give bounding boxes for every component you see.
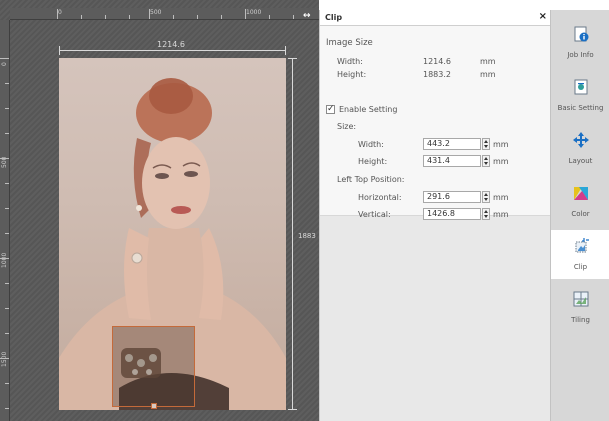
vertical-unit: mm bbox=[493, 210, 509, 219]
width-dimension-label: 1214.6 bbox=[157, 40, 185, 49]
tab-tiling[interactable]: Tiling bbox=[551, 283, 609, 332]
width-dimension-line: 1214.6 bbox=[59, 40, 286, 56]
clip-height-unit: mm bbox=[493, 157, 509, 166]
checkmark-icon: ✓ bbox=[327, 104, 335, 114]
size-heading: Size: bbox=[337, 122, 357, 131]
clip-width-unit: mm bbox=[493, 140, 509, 149]
position-heading: Left Top Position: bbox=[337, 175, 405, 184]
image-height-unit: mm bbox=[480, 70, 496, 79]
info-icon bbox=[574, 26, 589, 42]
ruler-tick bbox=[105, 15, 106, 19]
ruler-label: 0 bbox=[58, 9, 62, 16]
tab-job-info[interactable]: Job Info bbox=[551, 18, 609, 67]
ruler-tick bbox=[5, 208, 9, 209]
left-ruler: 0 500 1000 1500 bbox=[0, 20, 10, 421]
height-dimension-line: 1883 bbox=[287, 58, 316, 410]
ruler-tick bbox=[0, 358, 9, 359]
side-tab-bar: Job Info Basic Setting Layout Color Clip bbox=[550, 10, 609, 421]
tab-label: Basic Setting bbox=[557, 104, 604, 112]
vertical-label: Vertical: bbox=[358, 210, 391, 219]
ruler-tick bbox=[293, 15, 294, 19]
horizontal-label: Horizontal: bbox=[358, 193, 402, 202]
color-icon bbox=[574, 187, 588, 200]
ruler-tick bbox=[5, 233, 9, 234]
ruler-tick bbox=[5, 183, 9, 184]
ruler-tick bbox=[0, 58, 9, 59]
clip-width-stepper[interactable] bbox=[482, 138, 490, 150]
image-width-value: 1214.6 bbox=[423, 57, 451, 66]
tab-label: Job Info bbox=[567, 51, 594, 59]
ruler-label: 0 bbox=[1, 62, 8, 66]
tab-label: Color bbox=[571, 210, 590, 218]
tab-color[interactable]: Color bbox=[551, 177, 609, 226]
horizontal-position-stepper[interactable] bbox=[482, 191, 490, 203]
basic-setting-icon bbox=[574, 79, 588, 95]
image-height-label: Height: bbox=[337, 70, 367, 79]
ruler-tick bbox=[221, 15, 222, 19]
layout-icon bbox=[573, 132, 589, 148]
enable-setting-checkbox[interactable]: ✓ bbox=[326, 104, 335, 114]
ruler-tick bbox=[57, 9, 58, 19]
tab-layout[interactable]: Layout bbox=[551, 124, 609, 173]
ruler-tick bbox=[0, 258, 9, 259]
clip-height-label: Height: bbox=[358, 157, 388, 166]
ruler-tick bbox=[5, 308, 9, 309]
horizontal-position-field[interactable]: 291.6 bbox=[423, 191, 481, 203]
enable-setting-label[interactable]: Enable Setting bbox=[339, 105, 397, 114]
ruler-tick bbox=[129, 15, 130, 19]
panel-title: Clip bbox=[325, 13, 343, 22]
tab-label: Layout bbox=[568, 157, 593, 165]
ruler-tick bbox=[245, 9, 246, 19]
height-dimension-label: 1883 bbox=[298, 232, 316, 240]
ruler-label: 500 bbox=[150, 9, 162, 16]
ruler-label: 1000 bbox=[1, 252, 8, 268]
image-width-label: Width: bbox=[337, 57, 363, 66]
tiling-icon bbox=[573, 291, 589, 307]
clip-region-frame[interactable] bbox=[112, 326, 195, 409]
clip-resize-handle[interactable] bbox=[151, 403, 157, 409]
ruler-tick bbox=[0, 158, 9, 159]
clip-icon bbox=[575, 238, 589, 253]
clip-panel: Clip × Image Size Width: 1214.6 mm Heigh… bbox=[319, 10, 551, 421]
ruler-tick bbox=[5, 283, 9, 284]
ruler-tick bbox=[269, 15, 270, 19]
close-icon[interactable]: × bbox=[539, 11, 547, 22]
ruler-tick bbox=[149, 9, 150, 19]
clip-width-field[interactable]: 443.2 bbox=[423, 138, 481, 150]
ruler-label: 1000 bbox=[246, 9, 262, 16]
ruler-tick bbox=[173, 15, 174, 19]
ruler-tick bbox=[197, 15, 198, 19]
ruler-tick bbox=[81, 15, 82, 19]
clip-height-stepper[interactable] bbox=[482, 155, 490, 167]
vertical-position-field[interactable]: 1426.8 bbox=[423, 208, 481, 220]
tab-clip[interactable]: Clip bbox=[551, 230, 609, 279]
horizontal-unit: mm bbox=[493, 193, 509, 202]
clip-height-field[interactable]: 431.4 bbox=[423, 155, 481, 167]
clip-settings: Image Size Width: 1214.6 mm Height: 1883… bbox=[320, 26, 551, 220]
ruler-tick bbox=[5, 333, 9, 334]
ruler-label: 1500 bbox=[1, 351, 8, 367]
ruler-tick bbox=[5, 408, 9, 409]
tab-label: Tiling bbox=[571, 316, 590, 324]
vertical-position-stepper[interactable] bbox=[482, 208, 490, 220]
ruler-tick bbox=[5, 133, 9, 134]
clip-width-label: Width: bbox=[358, 140, 384, 149]
tab-basic-setting[interactable]: Basic Setting bbox=[551, 71, 609, 120]
double-arrow-icon[interactable]: ↔ bbox=[303, 11, 311, 21]
ruler-tick bbox=[5, 83, 9, 84]
ruler-tick bbox=[5, 383, 9, 384]
image-width-unit: mm bbox=[480, 57, 496, 66]
image-size-heading: Image Size bbox=[326, 38, 373, 48]
image-canvas[interactable]: 0 500 1000 0 500 1000 1500 1214.6 1883 ↔ bbox=[0, 0, 319, 421]
image-height-value: 1883.2 bbox=[423, 70, 451, 79]
panel-header: Clip × bbox=[320, 10, 551, 26]
tab-label: Clip bbox=[573, 263, 588, 271]
ruler-tick bbox=[5, 108, 9, 109]
top-ruler: 0 500 1000 bbox=[10, 8, 319, 20]
